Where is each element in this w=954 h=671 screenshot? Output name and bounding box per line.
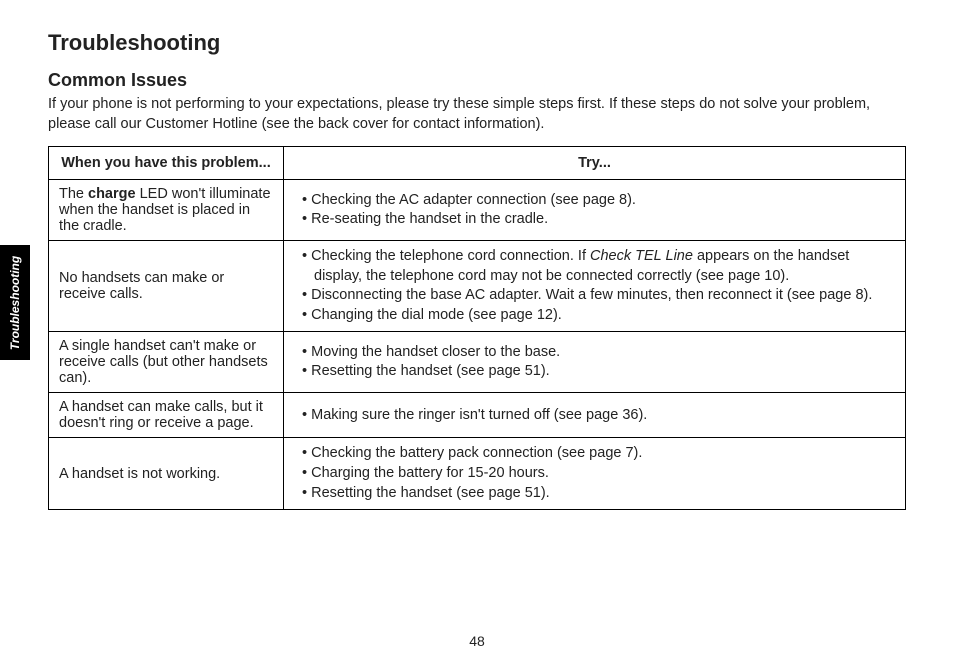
list-item: Checking the telephone cord connection. … — [302, 247, 895, 286]
try-cell: Making sure the ringer isn't turned off … — [284, 393, 906, 438]
try-cell: Checking the telephone cord connection. … — [284, 241, 906, 332]
problem-cell: A handset can make calls, but it doesn't… — [49, 393, 284, 438]
list-item: Making sure the ringer isn't turned off … — [302, 406, 895, 426]
problem-cell: No handsets can make or receive calls. — [49, 241, 284, 332]
list-item: Re-seating the handset in the cradle. — [302, 210, 895, 230]
problem-cell: A handset is not working. — [49, 438, 284, 510]
try-cell: Checking the AC adapter connection (see … — [284, 180, 906, 241]
table-row: A handset can make calls, but it doesn't… — [49, 393, 906, 438]
list-item: Resetting the handset (see page 51). — [302, 484, 895, 504]
try-cell: Checking the battery pack connection (se… — [284, 438, 906, 510]
table-row: A handset is not working. Checking the b… — [49, 438, 906, 510]
try-cell: Moving the handset closer to the base. R… — [284, 332, 906, 393]
table-row: A single handset can't make or receive c… — [49, 332, 906, 393]
header-problem: When you have this problem... — [49, 147, 284, 180]
header-try: Try... — [284, 147, 906, 180]
list-item: Moving the handset closer to the base. — [302, 343, 895, 363]
side-tab-label: Troubleshooting — [8, 255, 22, 349]
list-item: Checking the AC adapter connection (see … — [302, 191, 895, 211]
table-row: No handsets can make or receive calls. C… — [49, 241, 906, 332]
list-item: Resetting the handset (see page 51). — [302, 362, 895, 382]
list-item: Charging the battery for 15-20 hours. — [302, 464, 895, 484]
problem-cell: The charge LED won't illuminate when the… — [49, 180, 284, 241]
list-item: Changing the dial mode (see page 12). — [302, 306, 895, 326]
table-header-row: When you have this problem... Try... — [49, 147, 906, 180]
list-item: Disconnecting the base AC adapter. Wait … — [302, 286, 895, 306]
list-item: Checking the battery pack connection (se… — [302, 444, 895, 464]
intro-paragraph: If your phone is not performing to your … — [48, 95, 906, 134]
section-subtitle: Common Issues — [48, 70, 906, 91]
page-number: 48 — [0, 633, 954, 649]
page-title: Troubleshooting — [48, 30, 906, 56]
page-content: Troubleshooting Common Issues If your ph… — [0, 0, 954, 530]
side-tab-troubleshooting: Troubleshooting — [0, 245, 30, 360]
troubleshooting-table: When you have this problem... Try... The… — [48, 146, 906, 510]
table-row: The charge LED won't illuminate when the… — [49, 180, 906, 241]
problem-cell: A single handset can't make or receive c… — [49, 332, 284, 393]
